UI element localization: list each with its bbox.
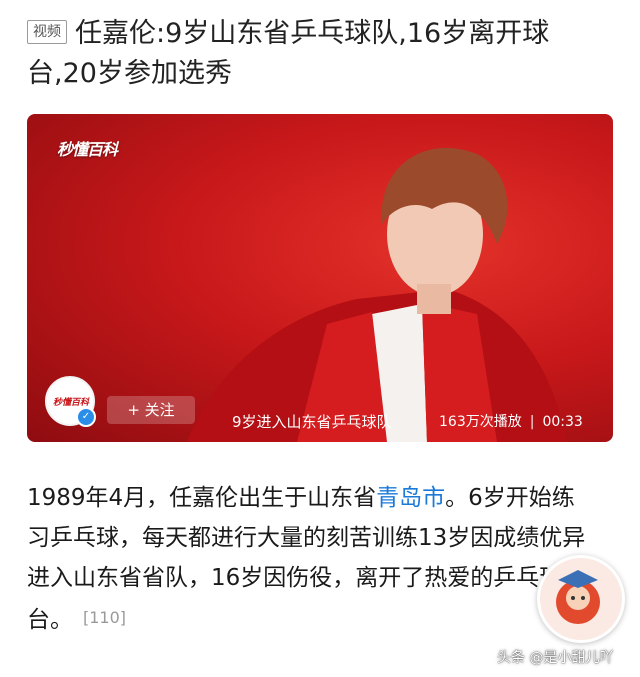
mascot-icon: [556, 570, 600, 624]
page-title[interactable]: 任嘉伦:9岁山东省乒乓球队,16岁离开球台,20岁参加选秀: [27, 18, 549, 89]
channel-avatar[interactable]: 秒懂百科 ✓: [45, 376, 96, 427]
avatar-logo-text: 秒懂百科: [53, 398, 90, 408]
floating-assistant-icon[interactable]: [537, 555, 625, 643]
meta-separator: |: [529, 414, 535, 430]
watermark: 头条 @是小甜儿吖: [497, 650, 614, 666]
video-meta: 163万次播放 | 00:33: [439, 411, 583, 431]
view-count: 163万次播放: [439, 414, 522, 430]
follow-button[interactable]: + 关注: [107, 396, 195, 424]
city-link[interactable]: 青岛市: [376, 485, 445, 511]
article-text-1: 1989年4月，任嘉伦出生于山东省: [27, 485, 377, 511]
video-player[interactable]: 秒懂百科 秒懂百科 ✓ + 关注 9岁进入山东省乒乓球队 163万次播放 | 00:…: [27, 114, 613, 442]
citation[interactable]: [110]: [83, 608, 126, 627]
video-tag: 视频: [27, 20, 67, 44]
video-thumbnail-figure: [187, 147, 567, 442]
verified-icon: ✓: [76, 407, 96, 427]
article-body: 1989年4月，任嘉伦出生于山东省青岛市。6岁开始练习乒乓球，每天都进行大量的刻…: [27, 478, 587, 640]
video-caption: 9岁进入山东省乒乓球队: [232, 413, 392, 431]
article-header: 视频 任嘉伦:9岁山东省乒乓球队,16岁离开球台,20岁参加选秀: [27, 14, 617, 94]
brand-logo: 秒懂百科: [57, 140, 118, 159]
video-duration: 00:33: [542, 414, 583, 430]
